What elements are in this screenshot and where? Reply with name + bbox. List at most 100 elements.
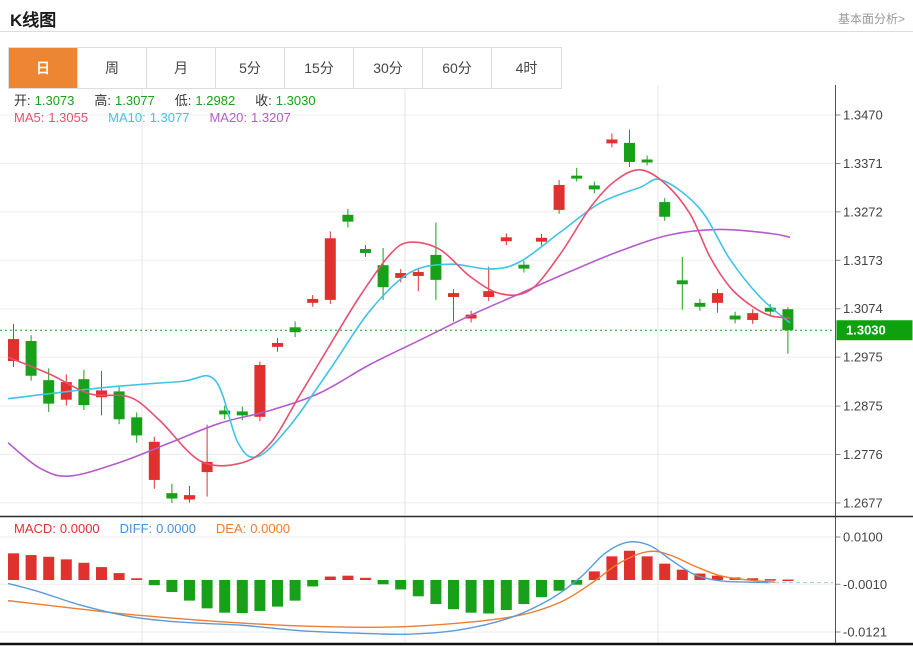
- macd-bar: [342, 576, 353, 580]
- macd-bar: [554, 580, 565, 591]
- macd-bar: [448, 580, 459, 609]
- price-axis-label: 1.3371: [843, 156, 883, 171]
- candle-body: [307, 299, 318, 303]
- candle-body: [589, 185, 600, 189]
- ohlc-row-item: 低:1.2982: [175, 93, 239, 108]
- macd-axis-label: 0.0100: [843, 530, 883, 545]
- macd-bar: [219, 580, 230, 613]
- tab-周[interactable]: 周: [78, 48, 147, 88]
- macd-bar: [131, 578, 142, 580]
- macd-bar: [536, 580, 547, 597]
- tab-4时[interactable]: 4时: [492, 48, 561, 88]
- page-title: K线图: [10, 6, 56, 31]
- candle-body: [694, 303, 705, 307]
- candle-body: [606, 139, 617, 143]
- candle-body: [518, 265, 529, 269]
- macd-bar: [43, 557, 54, 580]
- candle-body: [43, 380, 54, 403]
- candle-body: [448, 293, 459, 297]
- macd-row-item: MACD:0.0000: [14, 521, 104, 536]
- candle-body: [96, 390, 107, 397]
- macd-axis-label: -0.0121: [843, 624, 887, 639]
- candle-body: [184, 495, 195, 499]
- tab-5分[interactable]: 5分: [216, 48, 285, 88]
- price-axis-label: 1.3173: [843, 253, 883, 268]
- candle-body: [325, 238, 336, 300]
- candle-body: [554, 185, 565, 210]
- macd-bar: [413, 580, 424, 596]
- candle-body: [342, 215, 353, 222]
- ma-row-item: MA20:1.3207: [209, 110, 294, 125]
- macd-bar: [26, 555, 37, 580]
- interval-tabs: 日周月5分15分30分60分4时: [8, 47, 562, 89]
- macd-bar: [518, 580, 529, 604]
- macd-bar: [166, 580, 177, 592]
- macd-bar: [61, 559, 72, 580]
- macd-header-row: MACD:0.0000 DIFF:0.0000 DEA:0.0000: [14, 521, 310, 536]
- candle-body: [501, 237, 512, 241]
- candle-body: [131, 417, 142, 435]
- price-axis-label: 1.2975: [843, 350, 883, 365]
- tab-月[interactable]: 月: [147, 48, 216, 88]
- candle-body: [272, 343, 283, 347]
- fundamental-analysis-link[interactable]: 基本面分析>: [838, 10, 905, 27]
- candle-body: [237, 411, 248, 415]
- tab-30分[interactable]: 30分: [354, 48, 423, 88]
- candle-body: [290, 327, 301, 332]
- macd-bar: [501, 580, 512, 610]
- candle-body: [782, 309, 793, 330]
- macd-bar: [8, 553, 19, 580]
- candle-body: [254, 365, 265, 417]
- price-axis-label: 1.3272: [843, 204, 883, 219]
- price-axis-label: 1.3074: [843, 301, 883, 316]
- macd-bar: [624, 551, 635, 580]
- candle-body: [642, 160, 653, 163]
- candle-body: [677, 280, 688, 284]
- macd-bar: [677, 570, 688, 580]
- macd-bar: [237, 580, 248, 613]
- candle-body: [659, 202, 670, 217]
- macd-bar: [307, 580, 318, 586]
- kline-page: 1.3470 1.3371 1.3272 1.3173 1.3074 1.2975 1.28…: [0, 0, 913, 647]
- current-price-badge-label: 1.3030: [846, 323, 886, 338]
- candle-body: [712, 293, 723, 303]
- candle-body: [26, 341, 37, 376]
- price-axis-label: 1.2776: [843, 447, 883, 462]
- macd-bar: [782, 580, 793, 582]
- candle-body: [536, 238, 547, 242]
- candle-body: [166, 493, 177, 498]
- macd-bar: [483, 580, 494, 614]
- macd-bar: [765, 579, 776, 581]
- macd-bar: [78, 563, 89, 580]
- macd-bar: [360, 578, 371, 580]
- candle-body: [430, 255, 441, 280]
- macd-bar: [184, 580, 195, 601]
- macd-row-item: DEA:0.0000: [216, 521, 294, 536]
- tab-日[interactable]: 日: [9, 48, 78, 88]
- diff-line: [8, 542, 770, 635]
- ma-row: MA5:1.3055MA10:1.3077MA20:1.3207: [14, 110, 311, 125]
- ohlc-row-item: 高:1.3077: [94, 93, 158, 108]
- macd-bar: [96, 567, 107, 580]
- macd-bar: [378, 580, 389, 584]
- price-axis-label: 1.2875: [843, 399, 883, 414]
- ohlc-row: 开:1.3073高:1.3077低:1.2982收:1.3030: [14, 90, 336, 109]
- price-axis-label: 1.3470: [843, 108, 883, 123]
- macd-bar: [202, 580, 213, 608]
- candle-body: [747, 313, 758, 320]
- macd-bar: [149, 580, 160, 585]
- macd-bar: [272, 580, 283, 607]
- tab-60分[interactable]: 60分: [423, 48, 492, 88]
- macd-bar: [466, 580, 477, 613]
- macd-axis-label: -0.0010: [843, 577, 887, 592]
- candle-body: [624, 143, 635, 162]
- tab-15分[interactable]: 15分: [285, 48, 354, 88]
- macd-row-item: DIFF:0.0000: [120, 521, 200, 536]
- macd-bar: [290, 580, 301, 601]
- candle-body: [571, 176, 582, 179]
- macd-bar: [114, 573, 125, 580]
- candle-body: [483, 291, 494, 297]
- macd-bar: [395, 580, 406, 589]
- ma20-line: [8, 229, 790, 476]
- macd-bar: [659, 564, 670, 580]
